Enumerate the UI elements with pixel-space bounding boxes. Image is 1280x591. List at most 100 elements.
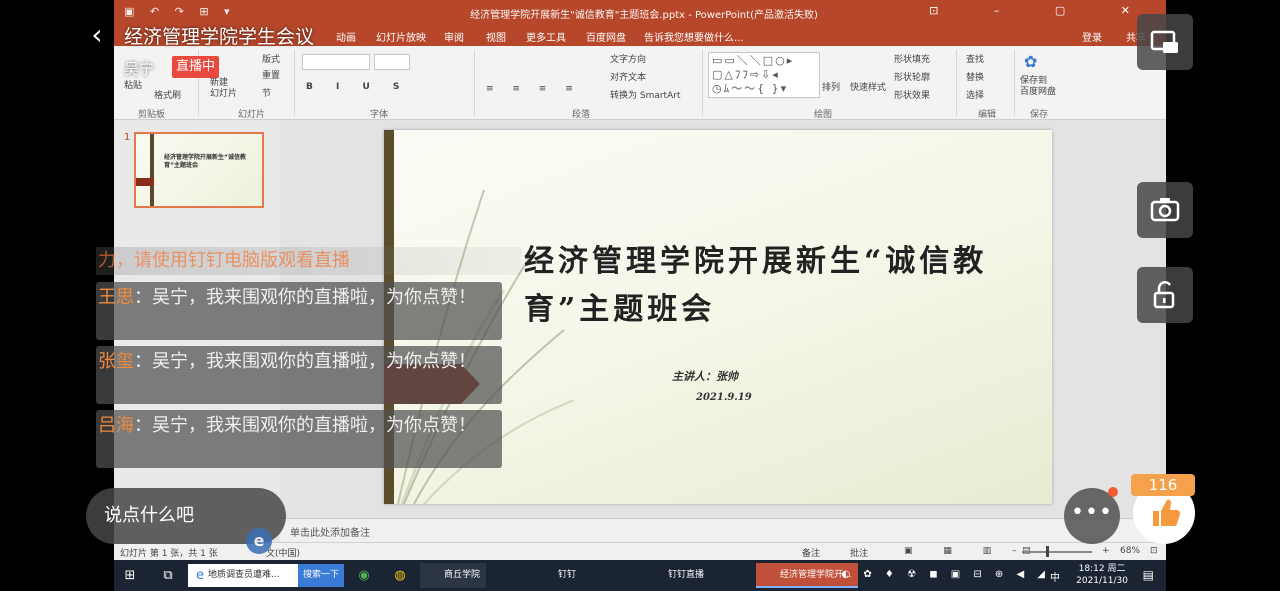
slide-date: 2021.9.19 xyxy=(696,392,752,403)
window-controls[interactable]: ⊡ – ▢ ✕ xyxy=(929,4,1156,17)
zoom-slider-knob[interactable] xyxy=(1046,546,1049,557)
chrome-icon[interactable]: ◍ xyxy=(390,566,410,586)
notes-toggle[interactable]: 备注 xyxy=(802,546,820,559)
font-format-icons[interactable]: B I U S xyxy=(306,82,409,92)
comment-user: 吕海 xyxy=(98,415,134,436)
thumbnail-arrow xyxy=(136,178,154,186)
windows-start-icon[interactable]: ⊞ xyxy=(120,566,140,586)
slide-count-status: 幻灯片 第 1 张，共 1 张 xyxy=(120,549,218,559)
font-size-box[interactable] xyxy=(374,54,410,70)
fit-slide-icon[interactable]: ⊡ xyxy=(1150,546,1158,556)
tab-baidu-netdisk[interactable]: 百度网盘 xyxy=(586,29,626,44)
slide-thumbnail[interactable]: 经济管理学院开展新生“诚信教育”主题班会 xyxy=(134,132,264,208)
format-painter-button[interactable]: 格式刷 xyxy=(154,88,181,101)
ppt-status-bar: 幻灯片 第 1 张，共 1 张 文(中国) 备注 批注 ▣ ▦ ▥ ▤ – + … xyxy=(114,542,1166,560)
screen-lock-button[interactable] xyxy=(1137,267,1193,323)
ppt-title-bar: ▣ ↶ ↷ ⊞ ▾ 经济管理学院开展新生"诚信教育"主题班会.pptx - Po… xyxy=(114,0,1166,24)
360-browser-icon[interactable]: ◉ xyxy=(354,566,374,586)
tab-review[interactable]: 审阅 xyxy=(444,29,464,44)
fullscreen-button[interactable] xyxy=(1137,14,1193,70)
reset-button[interactable]: 重置 xyxy=(262,68,280,81)
chat-comment: 王思：吴宁，我来围观你的直播啦，为你点赞！ xyxy=(96,282,502,340)
convert-smartart-button[interactable]: 转换为 SmartArt xyxy=(610,88,680,101)
live-stream-viewer: ▣ ↶ ↷ ⊞ ▾ 经济管理学院开展新生"诚信教育"主题班会.pptx - Po… xyxy=(0,0,1280,591)
tray-clock[interactable]: 18:12 周二 2021/11/30 xyxy=(1076,563,1128,587)
slide-thumbnail-number: 1 xyxy=(124,132,131,143)
comment-text: ：吴宁，我来围观你的直播啦，为你点赞！ xyxy=(134,415,476,436)
taskbar-app-shangqiu[interactable]: 商丘学院 xyxy=(420,563,487,588)
ribbon-divider xyxy=(294,50,295,116)
tab-animations[interactable]: 动画 xyxy=(336,29,356,44)
chat-comment: 张玺：吴宁，我来围观你的直播啦，为你点赞！ xyxy=(96,346,502,404)
windows-taskbar: ⊞ ⧉ ▭ 地质调查员遭难... e 搜索一下 ◉ ◍ 商丘学院 钉钉 钉钉直播… xyxy=(114,560,1166,591)
find-button[interactable]: 查找 xyxy=(966,52,984,65)
quick-access-icons[interactable]: ▣ ↶ ↷ ⊞ ▾ xyxy=(124,5,236,18)
paste-button[interactable]: 粘贴 xyxy=(124,78,142,91)
arrange-button[interactable]: 排列 xyxy=(822,80,840,93)
tab-view[interactable]: 视图 xyxy=(486,29,506,44)
task-view-icon[interactable]: ⧉ xyxy=(158,566,178,586)
ribbon-divider xyxy=(1014,50,1015,116)
system-warning-message: 力，请使用钉钉电脑版观看直播 xyxy=(96,247,522,275)
taskbar-app-dingtalk-live[interactable]: 钉钉直播 xyxy=(644,563,710,588)
meeting-title: 经济管理学院学生会议 xyxy=(124,26,315,48)
fullscreen-icon xyxy=(1150,30,1178,53)
browser-search-text: 地质调查员遭难... xyxy=(208,570,280,580)
comment-text: ：吴宁，我来围观你的直播啦，为你点赞！ xyxy=(134,351,476,372)
notes-pane[interactable]: 单击此处添加备注 xyxy=(280,518,1166,542)
section-button[interactable]: 节 xyxy=(262,86,271,99)
tab-slideshow[interactable]: 幻灯片放映 xyxy=(376,29,426,44)
dingtalk-floating-icon[interactable]: e xyxy=(246,528,272,554)
editing-group-label: 编辑 xyxy=(978,110,997,120)
select-button[interactable]: 选择 xyxy=(966,88,984,101)
clipboard-group-label: 剪贴板 xyxy=(138,110,166,120)
zoom-slider[interactable] xyxy=(1022,551,1092,553)
layout-button[interactable]: 版式 xyxy=(262,52,280,65)
language-status: 文(中国) xyxy=(266,549,301,559)
host-name[interactable]: 吴宁 xyxy=(124,58,154,79)
camera-icon xyxy=(1150,198,1180,222)
zoom-in-icon[interactable]: + xyxy=(1102,546,1110,556)
shape-effects-button[interactable]: 形状效果 xyxy=(894,88,930,101)
back-chevron-icon[interactable]: ‹ xyxy=(84,18,110,52)
tell-me-search[interactable]: 告诉我您想要做什么... xyxy=(644,29,744,44)
taskbar-app-dingtalk[interactable]: 钉钉 xyxy=(534,563,582,588)
zoom-level[interactable]: 68% xyxy=(1120,546,1140,556)
slides-group-label: 幻灯片 xyxy=(238,110,266,120)
ppt-window-title: 经济管理学院开展新生"诚信教育"主题班会.pptx - PowerPoint(产… xyxy=(470,10,818,21)
replace-button[interactable]: 替换 xyxy=(966,70,984,83)
shape-outline-button[interactable]: 形状轮廓 xyxy=(894,70,930,83)
ribbon-divider xyxy=(474,50,475,116)
tab-more-tools[interactable]: 更多工具 xyxy=(526,29,566,44)
quick-styles-button[interactable]: 快速样式 xyxy=(850,80,886,93)
comment-user: 王思 xyxy=(98,287,134,308)
align-text-button[interactable]: 对齐文本 xyxy=(610,70,646,83)
baidu-cloud-icon[interactable]: ✿ xyxy=(1024,52,1037,71)
zoom-out-icon[interactable]: – xyxy=(1012,546,1017,556)
browser-search-button[interactable]: 搜索一下 xyxy=(298,564,345,587)
ime-indicator[interactable]: 中 xyxy=(1050,569,1060,584)
text-direction-button[interactable]: 文字方向 xyxy=(610,52,646,65)
save-to-baidu-button[interactable]: 保存到 百度网盘 xyxy=(1020,76,1056,98)
ribbon: 粘贴 格式刷 剪贴板 新建 幻灯片 版式 重置 节 幻灯片 B I U S 字体… xyxy=(114,46,1166,120)
paragraph-group-label: 段落 xyxy=(572,110,591,120)
live-badge: 直播中 xyxy=(172,56,220,78)
notification-icon[interactable]: ▤ xyxy=(1143,568,1154,582)
sign-in-link[interactable]: 登录 xyxy=(1082,29,1102,44)
tray-date: 2021/11/30 xyxy=(1076,576,1128,586)
save-group-label: 保存 xyxy=(1030,110,1049,120)
shapes-gallery[interactable]: ▭▭＼＼□○▸ ▢△ﾌﾌ⇨⇩◂ ◷ﾑ〜〜{ }▾ xyxy=(708,52,820,98)
drawing-group-label: 绘图 xyxy=(814,110,833,120)
screenshot-button[interactable] xyxy=(1137,182,1193,238)
notes-placeholder: 单击此处添加备注 xyxy=(290,528,370,539)
font-name-box[interactable] xyxy=(302,54,370,70)
slide-presenter: 主讲人：张帅 xyxy=(672,370,738,383)
shape-fill-button[interactable]: 形状填充 xyxy=(894,52,930,65)
tray-icons[interactable]: ◐ ✿ ♦ ☢ ◼ ▣ ⊟ ⊕ ◀ ◢ xyxy=(841,569,1050,580)
like-count: 116 xyxy=(1131,474,1195,496)
new-slide-button[interactable]: 新建 幻灯片 xyxy=(210,78,237,100)
paragraph-align-icons[interactable]: ≡ ≡ ≡ ≡ xyxy=(486,84,581,94)
thumbnail-stripe xyxy=(150,134,154,206)
ie-icon: e xyxy=(196,568,204,583)
comments-toggle[interactable]: 批注 xyxy=(850,546,868,559)
